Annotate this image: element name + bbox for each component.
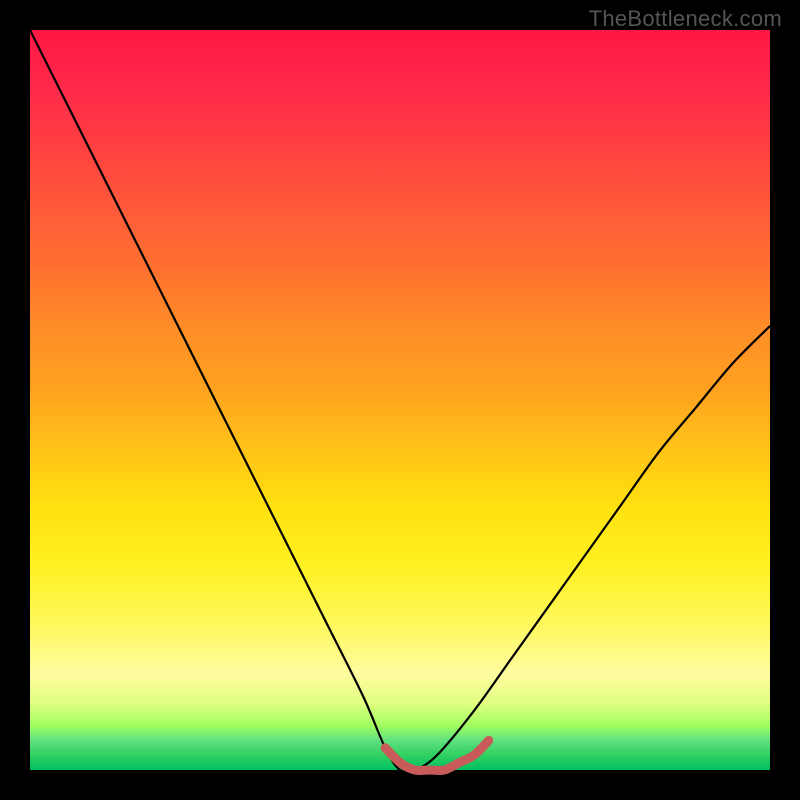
curve-layer bbox=[30, 30, 770, 770]
plot-area bbox=[30, 30, 770, 770]
main-curve bbox=[30, 30, 770, 772]
chart-container: TheBottleneck.com bbox=[0, 0, 800, 800]
watermark-text: TheBottleneck.com bbox=[589, 6, 782, 32]
